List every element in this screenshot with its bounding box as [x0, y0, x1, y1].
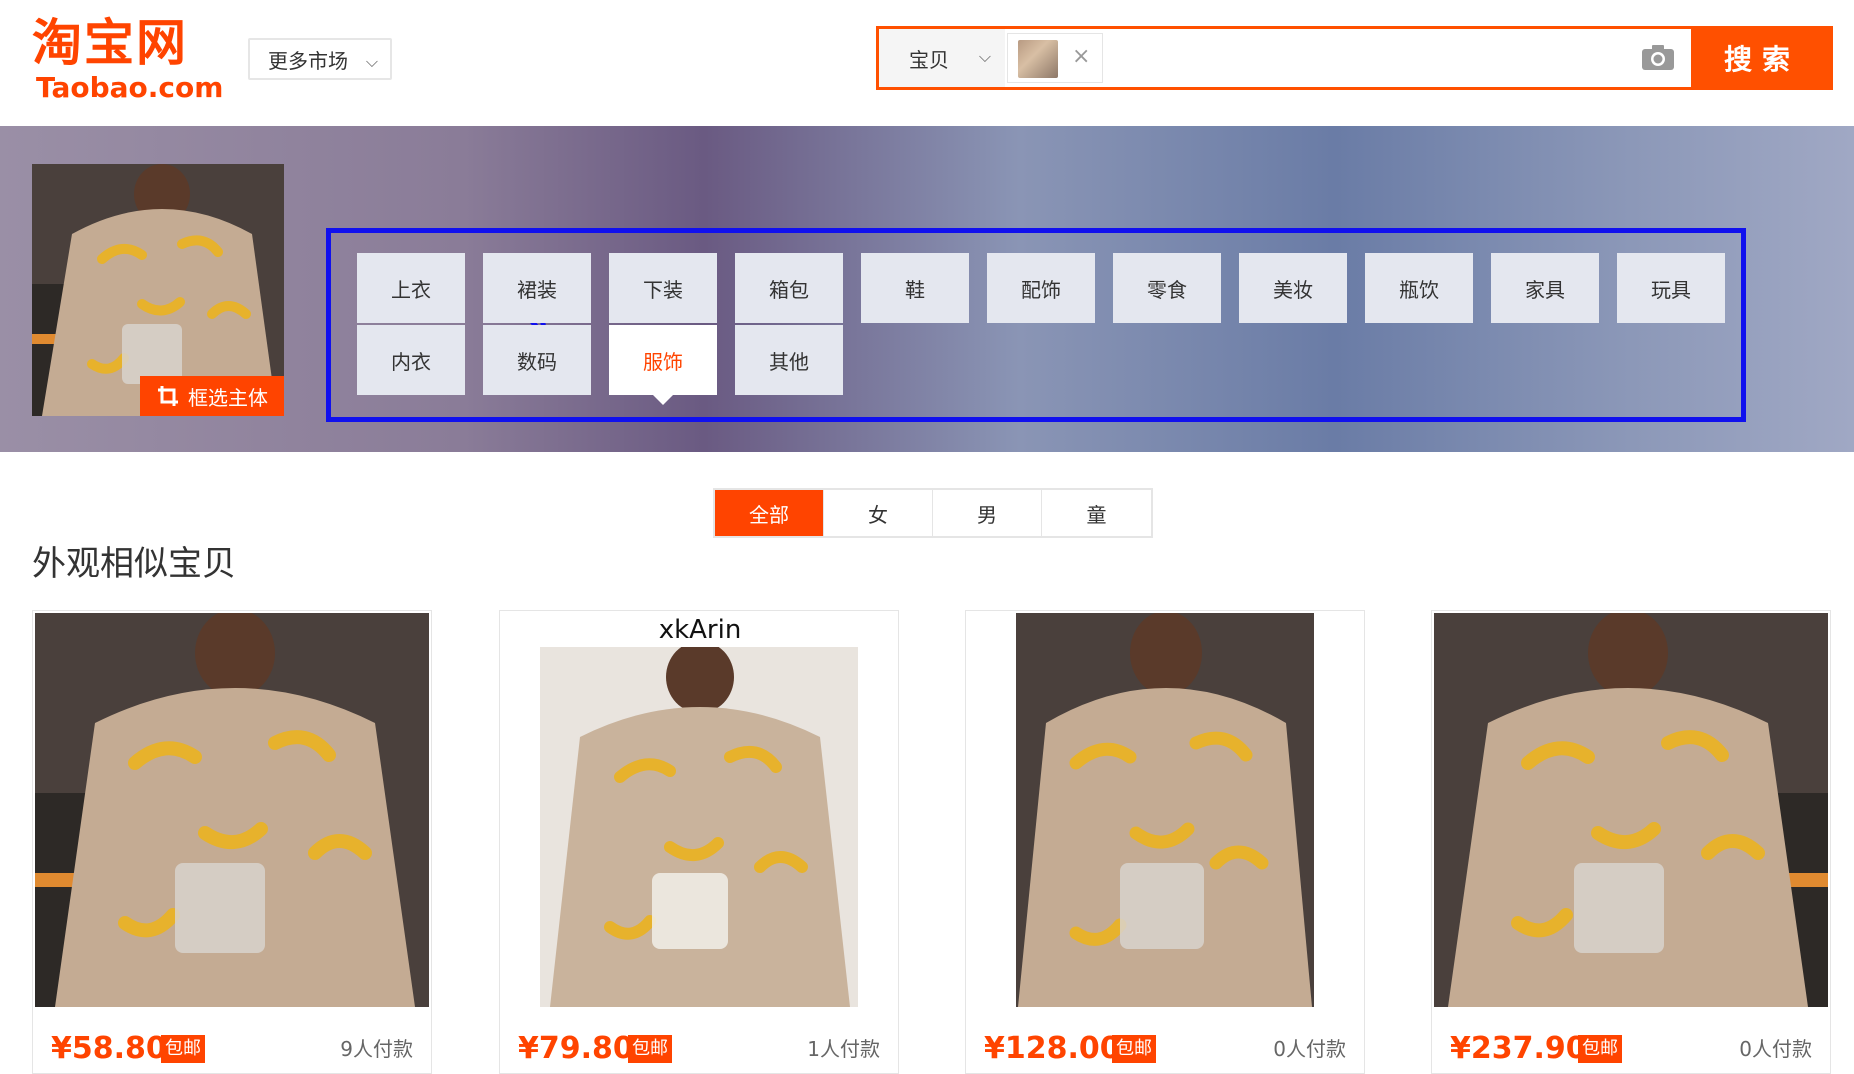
product-price: ¥79.80 — [518, 1031, 634, 1066]
buyer-count: 1人付款 — [807, 1037, 880, 1061]
camera-icon[interactable] — [1641, 43, 1675, 71]
product-price: ¥128.00 — [984, 1031, 1121, 1066]
product-card[interactable]: ¥128.00 包邮 0人付款 — [965, 610, 1365, 1074]
search-bar: 宝贝 ⌵ × 搜索 — [876, 26, 1833, 90]
close-icon[interactable]: × — [1072, 44, 1090, 69]
category-button[interactable]: 数码 — [483, 325, 591, 395]
chevron-down-icon: ⌵ — [365, 52, 378, 71]
product-image[interactable] — [1016, 613, 1314, 1007]
category-button[interactable]: 鞋 — [861, 253, 969, 323]
header: 淘宝网 Taobao.com 更多市场 ⌵ 宝贝 ⌵ × 搜索 — [0, 0, 1854, 126]
search-image-thumbnail — [1018, 40, 1058, 78]
category-button[interactable]: 其他 — [735, 325, 843, 395]
category-button[interactable]: 配饰 — [987, 253, 1095, 323]
sweater-illustration — [1016, 613, 1314, 1007]
gender-filter-tabs: 全部 女 男 童 — [713, 488, 1153, 538]
more-market-label: 更多市场 — [268, 48, 348, 73]
chevron-down-icon: ⌵ — [978, 47, 991, 66]
product-image[interactable] — [1434, 613, 1828, 1007]
category-button[interactable]: 零食 — [1113, 253, 1221, 323]
category-button[interactable]: 裙装 — [483, 253, 591, 323]
taobao-logo[interactable]: 淘宝网 Taobao.com — [32, 14, 232, 104]
search-image-chip: × — [1007, 33, 1103, 83]
sweater-illustration — [540, 647, 858, 1007]
category-button[interactable]: 下装 — [609, 253, 717, 323]
product-card[interactable]: ¥58.80 包邮 9人付款 — [32, 610, 432, 1074]
active-category-pointer — [653, 395, 673, 405]
tab-all[interactable]: 全部 — [715, 490, 824, 536]
buyer-count: 9人付款 — [340, 1037, 413, 1061]
logo-english-text: Taobao.com — [36, 71, 224, 104]
free-shipping-badge: 包邮 — [628, 1035, 672, 1063]
section-title: 外观相似宝贝 — [32, 544, 236, 584]
product-image-caption: xkArin — [658, 615, 742, 645]
crop-subject-label: 框选主体 — [188, 385, 268, 410]
search-button[interactable]: 搜索 — [1691, 26, 1833, 90]
sweater-illustration — [1434, 613, 1828, 1007]
sweater-illustration — [35, 613, 429, 1007]
search-type-dropdown[interactable]: 宝贝 ⌵ — [879, 29, 1005, 87]
product-price: ¥237.90 — [1450, 1031, 1587, 1066]
category-button[interactable]: 上衣 — [357, 253, 465, 323]
search-input[interactable] — [1111, 35, 1551, 81]
category-button[interactable]: 玩具 — [1617, 253, 1725, 323]
category-button[interactable]: 瓶饮 — [1365, 253, 1473, 323]
crop-subject-button[interactable]: 框选主体 — [140, 376, 284, 416]
free-shipping-badge: 包邮 — [1578, 1035, 1622, 1063]
category-button[interactable]: 家具 — [1491, 253, 1599, 323]
tab-kids[interactable]: 童 — [1042, 490, 1151, 536]
category-button-active[interactable]: 服饰 — [609, 325, 717, 395]
image-search-banner: 框选主体 上衣 裙装 下装 箱包 鞋 配饰 零食 美妆 瓶饮 家具 玩具 内衣 … — [0, 126, 1854, 452]
product-card[interactable]: ¥237.90 包邮 0人付款 — [1431, 610, 1831, 1074]
free-shipping-badge: 包邮 — [1112, 1035, 1156, 1063]
category-button[interactable]: 内衣 — [357, 325, 465, 395]
category-button[interactable]: 美妆 — [1239, 253, 1347, 323]
category-button[interactable]: 箱包 — [735, 253, 843, 323]
buyer-count: 0人付款 — [1739, 1037, 1812, 1061]
source-image: 框选主体 — [32, 164, 284, 416]
tab-men[interactable]: 男 — [933, 490, 1042, 536]
tab-women[interactable]: 女 — [824, 490, 933, 536]
crop-icon — [158, 386, 178, 406]
product-card[interactable]: xkArin ¥79.80 包邮 1人付款 — [499, 610, 899, 1074]
more-market-dropdown[interactable]: 更多市场 ⌵ — [248, 38, 392, 80]
category-selector: 上衣 裙装 下装 箱包 鞋 配饰 零食 美妆 瓶饮 家具 玩具 内衣 数码 服饰… — [326, 228, 1746, 422]
product-image[interactable] — [35, 613, 429, 1007]
buyer-count: 0人付款 — [1273, 1037, 1346, 1061]
free-shipping-badge: 包邮 — [161, 1035, 205, 1063]
product-image[interactable] — [540, 647, 858, 1007]
logo-chinese-text: 淘宝网 — [32, 14, 188, 72]
product-price: ¥58.80 — [51, 1031, 167, 1066]
search-type-label: 宝贝 — [909, 47, 949, 72]
